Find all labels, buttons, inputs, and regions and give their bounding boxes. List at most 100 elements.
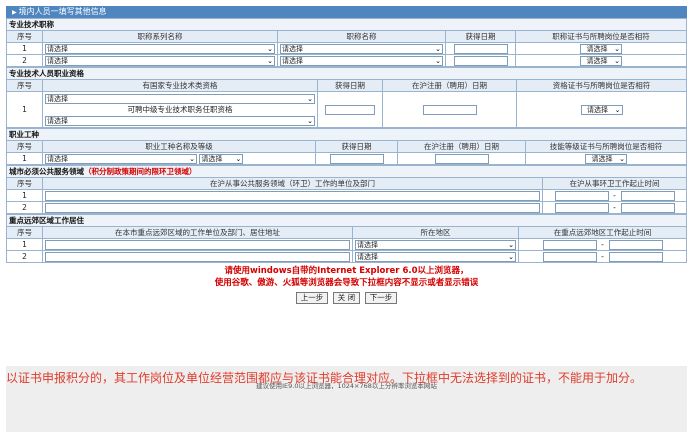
match-select[interactable]: 请选择 ⌄ [580,104,623,115]
registration-date-input[interactable] [422,104,477,115]
row-number: 2 [6,201,43,214]
col-header: 技能等级证书与所聘岗位是否相符 [525,140,687,153]
occupation-section: 职业工种 序号 职业工种名称及等级 获得日期 在沪注册（聘用）日期 技能等级证书… [6,128,687,165]
title-series-select[interactable]: 请选择 ⌄ [45,55,275,66]
chevron-down-icon: ⌄ [614,105,621,114]
start-date-input[interactable] [554,190,609,201]
start-date-input[interactable] [554,202,609,213]
row-number: 1 [6,189,43,202]
table-row: 1 请选择 ⌄ 请选择 ⌄ 请选择 ⌄ [6,152,687,165]
qualification-select[interactable]: 请选择 ⌄ [45,94,315,104]
chevron-down-icon: ⌄ [235,154,242,163]
district-select[interactable]: 请选择 ⌄ [355,239,516,250]
chevron-down-icon: ⌄ [307,95,313,103]
seq-header: 序号 [6,226,43,239]
col-header: 职称名称 [277,30,446,43]
section-title: 专业技术人员职业资格 [6,67,687,80]
table-row: 1 - [6,189,687,202]
qualification-section: 专业技术人员职业资格 序号 有国家专业技术类资格 获得日期 在沪注册（聘用）日期… [6,67,687,128]
chevron-down-icon: ⌄ [435,56,441,65]
match-select[interactable]: 请选择 ⌄ [585,153,627,164]
browser-warning: 请使用windows自带的Internet Explorer 6.0以上浏览器，… [214,266,479,288]
col-header: 资格证书与所聘岗位是否相符 [516,79,687,92]
col-header: 获得日期 [445,30,516,43]
match-select[interactable]: 请选择 ⌄ [580,55,622,66]
start-date-input[interactable] [542,251,597,262]
address-input[interactable] [45,251,350,262]
qualification-level-select[interactable]: 请选择 ⌄ [45,116,315,126]
col-header: 在本市重点远郊区域的工作单位及部门、居住地址 [42,226,353,239]
chevron-down-icon: ⌄ [614,56,620,65]
qualification-text: 可聘中级专业技术职务任职资格 [127,105,233,114]
col-header: 获得日期 [315,140,398,153]
seq-header: 序号 [6,30,43,43]
close-button[interactable]: 关 闭 [332,292,361,304]
prev-button[interactable]: 上一步 [295,292,329,304]
col-header: 获得日期 [317,79,383,92]
public-service-section: 城市必须公共服务领域（积分制政策期间的限环卫领域） 序号 在沪从事公共服务领域（… [6,165,687,214]
col-header: 在沪注册（聘用）日期 [382,79,517,92]
date-input[interactable] [453,43,508,54]
chevron-down-icon: ⌄ [508,252,514,261]
date-input[interactable] [453,55,508,66]
browser-hint: 建议使用IE9.0以上浏览器，1024×768以上分辨率浏览本网站 [256,382,437,390]
chevron-down-icon: ⌄ [614,44,620,53]
button-bar: 上一步 关 闭 下一步 [6,289,687,306]
row-number: 2 [6,54,43,67]
row-number: 1 [6,42,43,55]
section-title: 重点远郊区域工作居住 [6,214,687,227]
col-header: 职称系列名称 [42,30,278,43]
title-name-select[interactable]: 请选择 ⌄ [280,55,443,66]
table-row: 1 请选择 ⌄ 可聘中级专业技术职务任职资格 请选择 ⌄ 请选择 ⌄ [6,91,687,128]
next-button[interactable]: 下一步 [364,292,398,304]
date-input[interactable] [325,104,375,115]
match-select[interactable]: 请选择 ⌄ [580,43,622,54]
chevron-down-icon: ⌄ [619,154,625,163]
col-header: 职称证书与所聘岗位是否相符 [515,30,687,43]
col-header: 在沪从事公共服务领域（环卫）工作的单位及部门 [42,177,543,190]
table-row: 1 请选择 ⌄ 请选择 ⌄ 请选择 ⌄ [6,42,687,55]
col-header: 在沪从事环卫工作起止时间 [542,177,687,190]
window-title: 境内人员一填写其他信息 [18,7,107,16]
table-row: 1 请选择 ⌄ - [6,238,687,251]
occupation-level-select[interactable]: 请选择 ⌄ [199,153,244,164]
date-input[interactable] [329,153,384,164]
table-row: 2 - [6,201,687,214]
row-number: 2 [6,250,43,263]
chevron-down-icon: ⌄ [307,117,313,125]
end-date-input[interactable] [608,251,663,262]
district-select[interactable]: 请选择 ⌄ [355,251,516,262]
row-number: 1 [6,91,43,128]
col-header: 有国家专业技术类资格 [42,79,318,92]
unit-input[interactable] [45,190,540,201]
title-name-select[interactable]: 请选择 ⌄ [280,43,443,54]
address-input[interactable] [45,239,350,250]
unit-input[interactable] [45,202,540,213]
chevron-down-icon: ⌄ [189,154,195,163]
end-date-input[interactable] [620,190,675,201]
seq-header: 序号 [6,140,43,153]
triangle-right-icon: ▶ [12,9,17,16]
window-titlebar: ▶ 境内人员一填写其他信息 [6,6,687,18]
end-date-input[interactable] [620,202,675,213]
seq-header: 序号 [6,79,43,92]
registration-date-input[interactable] [434,153,489,164]
section-title: 专业技术职称 [6,18,687,31]
col-header: 在重点远郊地区工作起止时间 [518,226,687,239]
chevron-down-icon: ⌄ [508,240,514,249]
suburban-section: 重点远郊区域工作居住 序号 在本市重点远郊区域的工作单位及部门、居住地址 所在地… [6,214,687,263]
section-title: 城市必须公共服务领域 [9,166,84,176]
section-title: 职业工种 [6,128,687,141]
start-date-input[interactable] [542,239,597,250]
col-header: 所在地区 [352,226,519,239]
section-note: （积分制政策期间的限环卫领域） [84,166,197,176]
seq-header: 序号 [6,177,43,190]
end-date-input[interactable] [608,239,663,250]
row-number: 1 [6,152,43,165]
col-header: 职业工种名称及等级 [42,140,316,153]
chevron-down-icon: ⌄ [435,44,441,53]
table-row: 2 请选择 ⌄ 请选择 ⌄ 请选择 ⌄ [6,54,687,67]
title-series-select[interactable]: 请选择 ⌄ [45,43,275,54]
chevron-down-icon: ⌄ [267,44,273,53]
occupation-select[interactable]: 请选择 ⌄ [45,153,197,164]
